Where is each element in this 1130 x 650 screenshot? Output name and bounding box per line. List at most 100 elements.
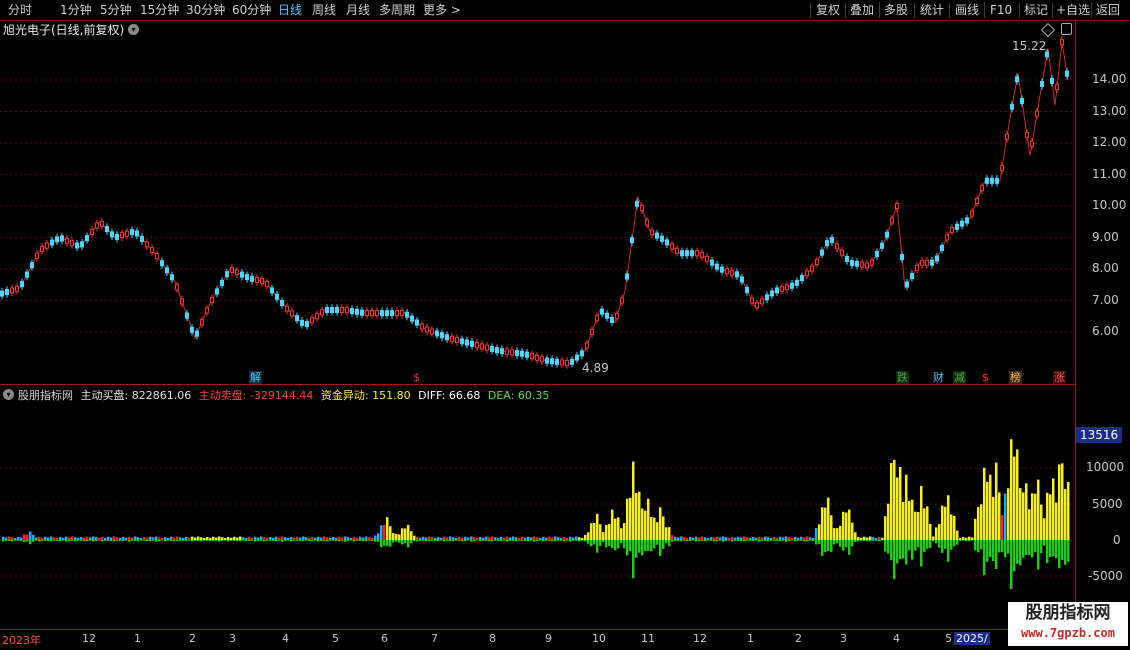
buy-bar xyxy=(479,536,482,540)
sell-bar xyxy=(140,540,143,541)
sell-bar xyxy=(506,540,509,542)
buy-bar xyxy=(770,538,773,540)
buy-bar xyxy=(788,537,791,540)
event-badge-drop[interactable]: 跌 xyxy=(896,371,909,384)
ind-ytick-5000: 5000 xyxy=(1092,497,1123,511)
buy-bar xyxy=(230,537,233,540)
candle-body xyxy=(680,250,684,257)
buy-bar xyxy=(92,536,95,540)
buy-bar xyxy=(125,537,128,540)
event-badge-rise[interactable]: 涨 xyxy=(1053,371,1066,384)
sell-bar xyxy=(14,540,17,541)
sell-bar xyxy=(68,540,71,541)
buy-bar xyxy=(629,497,632,540)
buy-bar xyxy=(704,537,707,540)
sell-bar xyxy=(587,540,590,544)
sell-bar xyxy=(632,540,635,579)
sell-bar xyxy=(380,540,383,548)
buy-bar xyxy=(371,538,374,540)
sell-bar xyxy=(830,540,833,553)
sell-bar xyxy=(434,540,437,541)
candle-body xyxy=(1015,76,1019,83)
sell-bar xyxy=(503,540,506,541)
buy-bar xyxy=(422,536,425,540)
buy-bar xyxy=(494,537,497,540)
sell-bar xyxy=(92,540,95,542)
buy-bar xyxy=(896,477,899,540)
xtick-12: 11 xyxy=(641,632,655,645)
buy-bar xyxy=(401,528,404,540)
sell-bar xyxy=(1055,540,1058,559)
candle-body xyxy=(505,348,509,355)
candle-body xyxy=(465,339,469,346)
candle-body xyxy=(295,315,299,322)
sell-bar xyxy=(401,540,404,545)
sell-bar xyxy=(359,540,362,541)
sell-bar xyxy=(56,540,59,541)
buy-bar xyxy=(863,536,866,540)
event-badge-ranking[interactable]: 榜 xyxy=(1009,371,1022,384)
buy-bar xyxy=(197,536,200,540)
buy-bar xyxy=(728,538,731,540)
kline-and-indicator-chart[interactable] xyxy=(0,0,1075,650)
candle-body xyxy=(35,252,39,259)
event-badge-unlock[interactable]: 解 xyxy=(249,371,262,384)
sell-bar xyxy=(455,540,458,541)
buy-bar xyxy=(617,517,620,540)
event-badge-dollar[interactable]: $ xyxy=(412,371,421,384)
candle-body xyxy=(750,297,754,304)
buy-bar xyxy=(362,537,365,540)
buy-bar xyxy=(743,536,746,540)
sell-bar xyxy=(740,540,743,542)
buy-bar xyxy=(242,537,245,540)
candle-body xyxy=(205,307,209,314)
buy-bar xyxy=(80,536,83,540)
candle-body xyxy=(760,298,764,305)
candle-body xyxy=(220,279,224,286)
back-button[interactable]: 返回 xyxy=(1096,2,1120,18)
sell-bar xyxy=(1001,540,1004,553)
event-badge-finance[interactable]: 财 xyxy=(932,371,945,384)
indicator-name[interactable]: 股朋指标网 xyxy=(18,389,73,402)
candle-body xyxy=(290,310,294,317)
buy-bar xyxy=(8,536,11,540)
buy-bar xyxy=(989,474,992,540)
sell-bar xyxy=(521,540,524,541)
sell-bar xyxy=(161,540,164,541)
candle-body xyxy=(660,235,664,242)
event-badge-dollar-2[interactable]: $ xyxy=(981,371,990,384)
buy-bar xyxy=(488,537,491,540)
buy-bar xyxy=(503,537,506,540)
sell-bar xyxy=(194,540,197,541)
candle-body xyxy=(335,306,339,313)
candle-body xyxy=(485,344,489,351)
buy-bar xyxy=(839,525,842,540)
sell-bar xyxy=(962,540,965,541)
buy-bar xyxy=(83,537,86,540)
buy-bar xyxy=(152,537,155,540)
buy-bar xyxy=(701,536,704,540)
candle-body xyxy=(620,297,624,304)
buy-bar xyxy=(872,537,875,540)
buy-bar xyxy=(476,538,479,540)
buy-bar xyxy=(572,537,575,540)
sell-bar xyxy=(647,540,650,551)
buy-bar xyxy=(353,536,356,540)
candle-body xyxy=(1030,140,1034,147)
buy-bar xyxy=(146,537,149,540)
buy-bar xyxy=(1007,488,1010,540)
sell-bar xyxy=(62,540,65,541)
indicator-chevron-icon[interactable]: ▾ xyxy=(3,389,14,400)
candle-body xyxy=(690,250,694,257)
buy-bar xyxy=(527,536,530,540)
event-badge-reduce[interactable]: 减 xyxy=(953,371,966,384)
sell-bar xyxy=(761,540,764,541)
sell-bar xyxy=(1016,540,1019,564)
sell-bar xyxy=(422,540,425,541)
candle-body xyxy=(110,231,114,238)
candle-body xyxy=(525,351,529,358)
buy-bar xyxy=(929,523,932,540)
sell-bar xyxy=(764,540,767,541)
buy-bar xyxy=(410,531,413,540)
sell-bar xyxy=(134,540,137,541)
